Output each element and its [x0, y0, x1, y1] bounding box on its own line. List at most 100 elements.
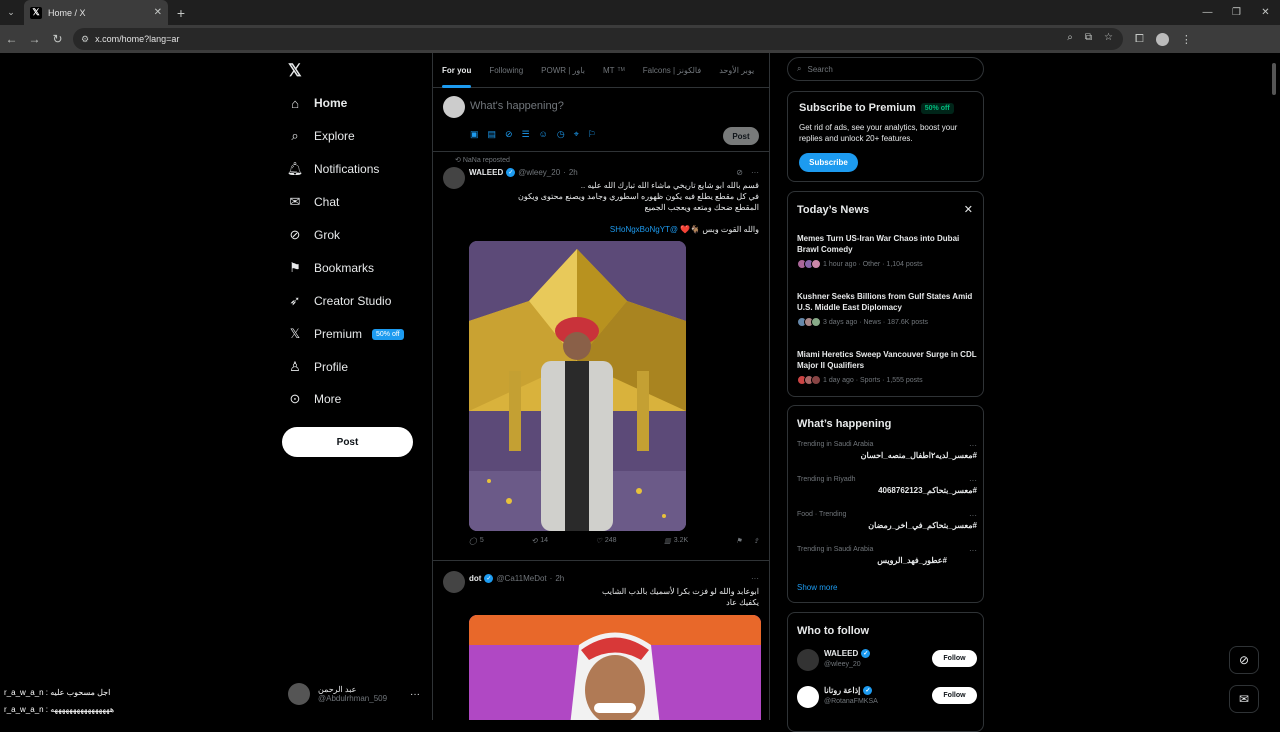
- view-count: 3.2K: [673, 537, 689, 544]
- scrollbar[interactable]: [1272, 63, 1276, 95]
- more-icon[interactable]: ···: [751, 574, 759, 583]
- tab-powr[interactable]: POWR | باور: [532, 53, 594, 88]
- browser-tab[interactable]: 𝕏 Home / X ✕: [24, 0, 168, 25]
- author-name[interactable]: dot: [469, 574, 481, 583]
- browser-menu-icon[interactable]: ⋮: [1181, 33, 1192, 46]
- forward-icon[interactable]: →: [23, 32, 46, 46]
- nav-more[interactable]: ⊙ More: [288, 391, 342, 406]
- tweet[interactable]: dot ✓ @Ca11MeDot · 2h ··· ابوعابد والله …: [433, 561, 769, 720]
- nav-explore[interactable]: ⌕ Explore: [288, 128, 354, 143]
- reload-icon[interactable]: ↻: [46, 32, 69, 46]
- close-icon[interactable]: ✕: [964, 203, 973, 216]
- news-item[interactable]: Miami Heretics Sweep Vancouver Surge in …: [797, 349, 977, 385]
- back-icon[interactable]: ←: [0, 32, 23, 46]
- nav-chat[interactable]: ✉ Chat: [288, 194, 340, 209]
- follow-suggestion[interactable]: WALEED ✓ @wleey_20 Follow: [797, 647, 977, 675]
- more-icon[interactable]: ···: [410, 689, 420, 700]
- account-switcher[interactable]: عبد الرحمن @Abdulrhman_509 ···: [288, 683, 422, 705]
- x-logo-icon[interactable]: 𝕏: [288, 61, 302, 81]
- minimize-icon[interactable]: —: [1193, 0, 1222, 25]
- bookmark-icon[interactable]: ⚑: [736, 537, 742, 545]
- news-meta: 3 days ago · News · 187.6K posts: [823, 318, 929, 326]
- site-info-icon[interactable]: ⚙: [81, 34, 89, 45]
- tab-extra[interactable]: يوبر الأوحد: [710, 53, 763, 88]
- like-button[interactable]: ♡ 248: [596, 537, 617, 545]
- profile-avatar-icon[interactable]: [1155, 32, 1169, 46]
- install-icon[interactable]: ⧉: [1085, 32, 1092, 43]
- trend-item[interactable]: Trending in Saudi Arabia #معسر_لديه٢اطفا…: [797, 441, 977, 460]
- user-handle: @wleey_20: [824, 661, 861, 668]
- more-icon[interactable]: ···: [969, 546, 977, 555]
- grok-icon[interactable]: ⊘: [736, 168, 743, 177]
- compose-post-button[interactable]: Post: [723, 127, 759, 145]
- extensions-icon[interactable]: ⧠: [1135, 33, 1144, 46]
- more-icon[interactable]: ···: [969, 511, 977, 520]
- grok-icon[interactable]: ⊘: [505, 129, 513, 140]
- subscribe-button[interactable]: Subscribe: [799, 153, 858, 172]
- bookmark-star-icon[interactable]: ☆: [1104, 32, 1113, 43]
- zoom-icon[interactable]: ⌕: [1067, 32, 1073, 43]
- nav-notifications[interactable]: 🔔︎ Notifications: [287, 161, 380, 176]
- avatar[interactable]: [797, 686, 819, 708]
- more-icon[interactable]: ···: [969, 476, 977, 485]
- mention-link[interactable]: @SHoNgxBoNgYT: [610, 225, 678, 234]
- nav-grok[interactable]: ⊘ Grok: [288, 227, 340, 242]
- gif-icon[interactable]: ▤: [488, 129, 497, 140]
- reply-button[interactable]: ◯ 5: [469, 537, 484, 545]
- maximize-icon[interactable]: ❐: [1222, 0, 1251, 25]
- tweet[interactable]: ⟲ NaNa reposted WALEED ✓ @wleey_20 · 2h …: [433, 152, 769, 561]
- schedule-icon[interactable]: ◷: [557, 129, 565, 140]
- tab-search-icon[interactable]: ⌄: [0, 0, 22, 25]
- news-item[interactable]: Memes Turn US-Iran War Chaos into Dubai …: [797, 233, 977, 269]
- avatar[interactable]: [443, 167, 465, 189]
- trend-item[interactable]: Trending in Riyadh #معسر_بتحاكم_40687621…: [797, 476, 977, 495]
- more-icon[interactable]: ···: [969, 441, 977, 450]
- share-icon[interactable]: ⇪: [753, 537, 759, 545]
- more-circle-icon: ⊙: [289, 391, 301, 406]
- show-more-link[interactable]: Show more: [797, 583, 837, 592]
- more-icon[interactable]: ···: [751, 168, 759, 177]
- tweet-image[interactable]: [469, 241, 686, 531]
- tweet-image[interactable]: [469, 615, 761, 720]
- nav-label: Chat: [314, 195, 340, 209]
- media-icon[interactable]: ▣: [470, 129, 479, 140]
- views-button[interactable]: ▥ 3.2K: [664, 537, 688, 545]
- avatar[interactable]: [797, 649, 819, 671]
- tab-mt[interactable]: MT TM: [594, 53, 634, 88]
- close-tab-icon[interactable]: ✕: [154, 7, 162, 18]
- nav-premium[interactable]: 𝕏 Premium 50% off: [288, 326, 404, 341]
- tab-following[interactable]: Following: [480, 53, 532, 88]
- tab-for-you[interactable]: For you: [433, 53, 480, 88]
- window-close-icon[interactable]: ✕: [1251, 0, 1280, 25]
- post-button[interactable]: Post: [282, 427, 413, 457]
- trend-item[interactable]: Food · Trending #معسر_بتحاكم_في_اخر_رمضا…: [797, 511, 977, 530]
- grok-float-icon[interactable]: ⊘: [1229, 646, 1259, 674]
- address-bar[interactable]: ⚙ x.com/home?lang=ar ⌕ ⧉ ☆: [73, 28, 1123, 50]
- location-icon[interactable]: ⌖: [574, 129, 579, 140]
- new-tab-icon[interactable]: +: [168, 5, 194, 21]
- nav-bookmarks[interactable]: ⚑ Bookmarks: [288, 260, 374, 275]
- flag-icon[interactable]: ⚐: [588, 129, 596, 140]
- nav-profile[interactable]: ♙ Profile: [288, 359, 348, 374]
- compose-input[interactable]: What's happening?: [470, 100, 564, 112]
- search-input[interactable]: ⌕ Search: [787, 57, 984, 81]
- repost-button[interactable]: ⟲ 14: [531, 537, 548, 545]
- tweet-line: والله القوت وبس: [702, 225, 759, 234]
- follow-button[interactable]: Follow: [932, 650, 977, 667]
- nav-home[interactable]: ⌂ Home: [288, 96, 347, 111]
- nav-creator-studio[interactable]: ➶ Creator Studio: [288, 293, 392, 308]
- poll-icon[interactable]: ☰: [522, 129, 530, 140]
- tab-falcons[interactable]: Falcons | فالكونز: [634, 53, 710, 88]
- emoji-icon[interactable]: ☺: [539, 129, 548, 140]
- author-name[interactable]: WALEED: [469, 168, 503, 177]
- trend-item[interactable]: Trending in Saudi Arabia #عطور_فهد_الروي…: [797, 546, 977, 565]
- tweet-line: يكفيك عاد: [726, 598, 759, 607]
- avatar[interactable]: [443, 571, 465, 593]
- follow-suggestion[interactable]: إذاعة روتانا ✓ @RotanaFMKSA Follow: [797, 684, 977, 712]
- news-item[interactable]: Kushner Seeks Billions from Gulf States …: [797, 291, 977, 327]
- follow-button[interactable]: Follow: [932, 687, 977, 704]
- x-page: 𝕏 ⌂ Home ⌕ Explore 🔔︎ Notifications ✉ Chat ⊘…: [0, 53, 1280, 732]
- nav-label: Notifications: [314, 162, 380, 176]
- reply-icon: ◯: [469, 538, 477, 545]
- messages-float-icon[interactable]: ✉: [1229, 685, 1259, 713]
